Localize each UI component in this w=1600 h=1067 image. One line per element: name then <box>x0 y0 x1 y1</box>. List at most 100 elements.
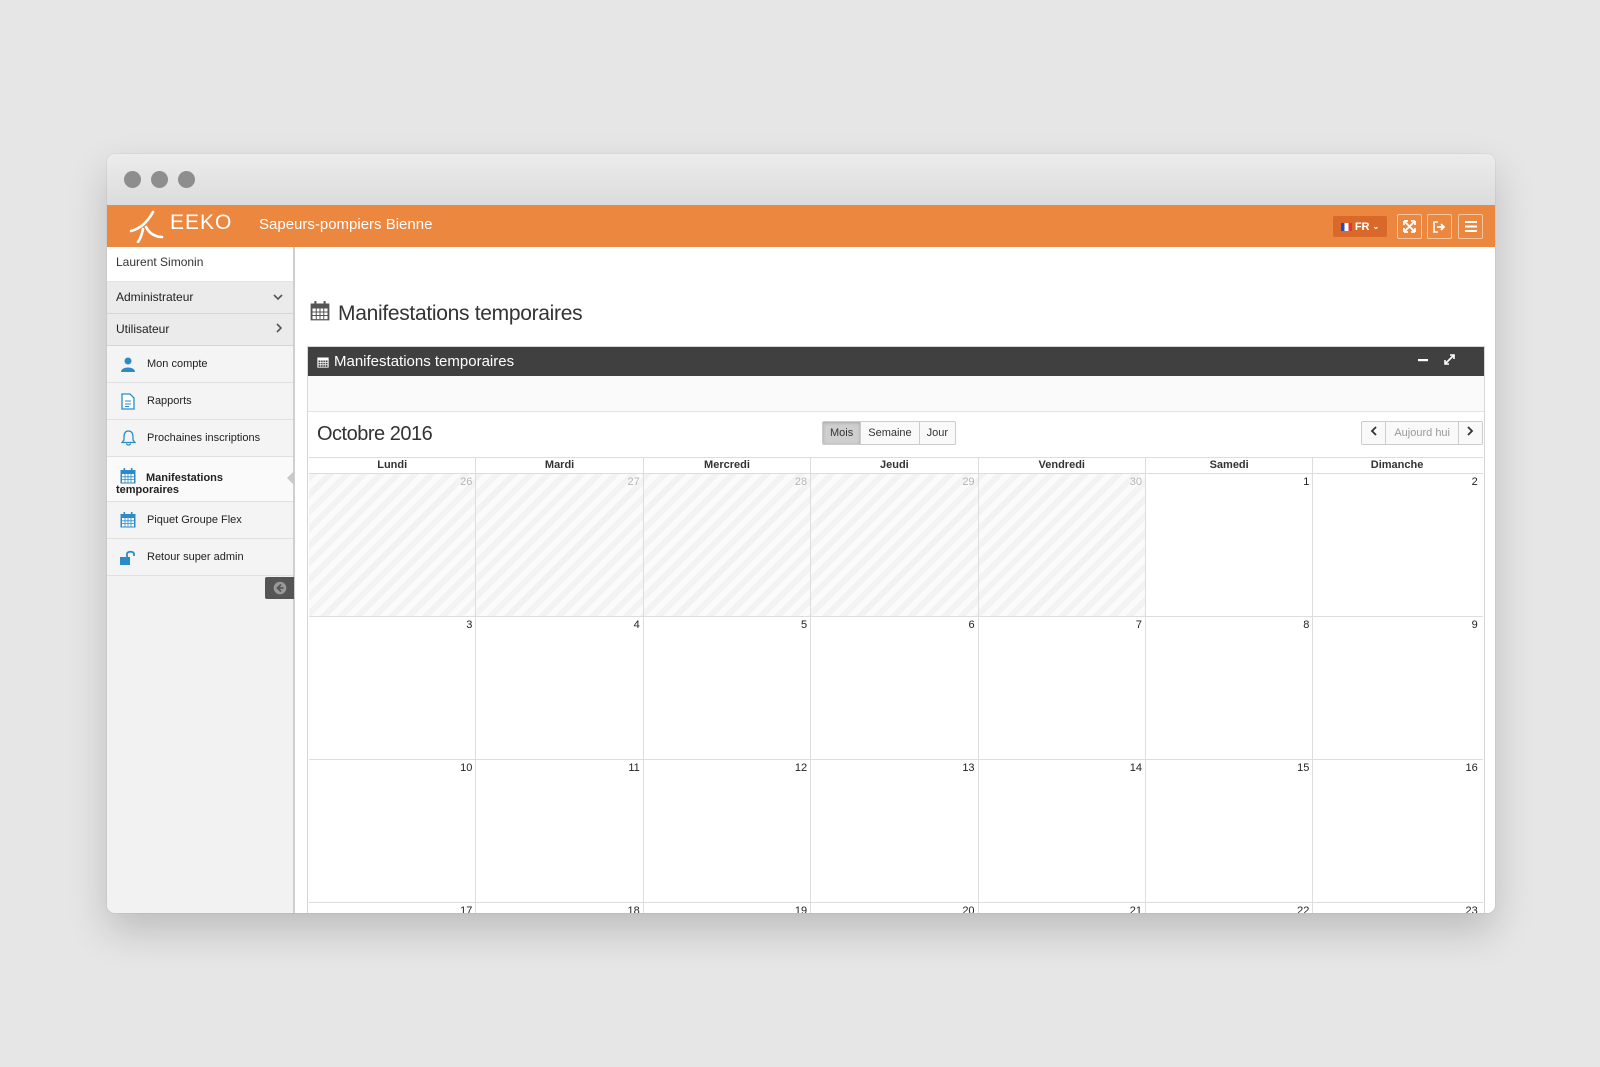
day-cell[interactable]: 9 <box>1313 617 1480 759</box>
dow-label: Mercredi <box>644 458 812 473</box>
day-cell[interactable]: 30 <box>978 474 1146 616</box>
day-cell[interactable]: 1 <box>1146 474 1314 616</box>
next-month-button[interactable] <box>1459 422 1482 444</box>
day-cell[interactable]: 22 <box>1146 903 1314 913</box>
day-cell[interactable]: 26 <box>309 474 477 616</box>
sidebar-item-retour-super-admin[interactable]: Retour super admin <box>107 539 293 576</box>
calendar-icon <box>119 511 137 529</box>
day-number: 9 <box>1471 619 1478 631</box>
day-number: 27 <box>627 476 640 488</box>
view-week-button[interactable]: Semaine <box>861 422 920 444</box>
day-cell[interactable]: 13 <box>811 760 979 902</box>
dow-label: Jeudi <box>811 458 979 473</box>
day-cell[interactable]: 18 <box>476 903 644 913</box>
chevron-down-icon <box>273 282 283 313</box>
day-cell[interactable]: 16 <box>1313 760 1480 902</box>
calendar-week-row: 17 18 19 20 21 22 23 <box>309 903 1483 913</box>
day-number: 28 <box>794 476 808 488</box>
arrow-circle-left-icon <box>273 581 286 595</box>
day-cell[interactable]: 27 <box>476 474 644 616</box>
day-cell[interactable]: 11 <box>476 760 644 902</box>
day-number: 11 <box>628 762 640 774</box>
day-number: 18 <box>627 905 640 913</box>
expand-widget-button[interactable] <box>1444 353 1455 368</box>
menu-button[interactable] <box>1458 214 1483 239</box>
chevron-right-icon <box>1467 426 1474 436</box>
sidebar-item-prochaines-inscriptions[interactable]: Prochaines inscriptions <box>107 420 293 457</box>
view-month-button[interactable]: Mois <box>823 422 862 444</box>
day-of-week-header: Lundi Mardi Mercredi Jeudi Vendredi Same… <box>309 457 1483 474</box>
day-cell[interactable]: 23 <box>1313 903 1480 913</box>
page-title-text: Manifestations temporaires <box>338 302 583 325</box>
calendar-week-row: 26 27 28 29 30 1 2 <box>309 474 1483 617</box>
day-cell[interactable]: 2 <box>1313 474 1480 616</box>
fullscreen-button[interactable] <box>1397 214 1422 239</box>
sidebar-item-label: Piquet Groupe Flex <box>147 514 242 526</box>
sidebar-item-rapports[interactable]: Rapports <box>107 383 293 420</box>
logo-text[interactable]: EEKO <box>170 211 232 235</box>
close-window-button[interactable] <box>124 171 141 188</box>
day-cell[interactable]: 28 <box>643 474 812 616</box>
sidebar-item-label: Retour super admin <box>147 551 244 563</box>
day-cell[interactable]: 17 <box>309 903 477 913</box>
dow-label: Samedi <box>1146 458 1314 473</box>
day-number: 20 <box>962 905 975 913</box>
organization-name: Sapeurs-pompiers Bienne <box>259 216 433 233</box>
sidebar-item-mon-compte[interactable]: Mon compte <box>107 346 293 383</box>
calendar-week-row: 3 4 5 6 7 8 9 <box>309 617 1483 760</box>
unlock-icon <box>119 548 137 566</box>
day-number: 1 <box>1303 476 1310 488</box>
day-number: 17 <box>460 905 473 913</box>
role-utilisateur[interactable]: Utilisateur <box>107 314 293 346</box>
view-day-button[interactable]: Jour <box>919 422 956 444</box>
calendar-month-title: Octobre 2016 <box>317 423 433 445</box>
minimize-window-button[interactable] <box>151 171 168 188</box>
dow-label: Mardi <box>476 458 644 473</box>
day-cell[interactable]: 8 <box>1146 617 1314 759</box>
day-cell[interactable]: 4 <box>476 617 644 759</box>
day-cell[interactable]: 20 <box>811 903 979 913</box>
day-cell[interactable]: 15 <box>1146 760 1314 902</box>
language-selector[interactable]: FR ⌄ <box>1333 216 1387 237</box>
logout-button[interactable] <box>1427 214 1452 239</box>
expand-arrows-icon <box>1403 220 1416 233</box>
day-cell[interactable]: 12 <box>644 760 812 902</box>
day-cell[interactable]: 7 <box>979 617 1146 759</box>
browser-window: EEKO Sapeurs-pompiers Bienne FR ⌄ Lauren… <box>107 154 1495 913</box>
today-button[interactable]: Aujourd hui <box>1386 422 1459 444</box>
calendar-widget: Manifestations temporaires Octobre 2016 … <box>307 346 1485 913</box>
day-cell[interactable]: 14 <box>979 760 1146 902</box>
maximize-window-button[interactable] <box>178 171 195 188</box>
sidebar-item-piquet-groupe-flex[interactable]: Piquet Groupe Flex <box>107 502 293 539</box>
day-number: 12 <box>794 762 808 774</box>
eeko-logo-icon <box>129 209 165 248</box>
chevron-left-icon <box>1371 426 1377 436</box>
language-label: FR <box>1354 220 1370 233</box>
calendar-navigation: Aujourd hui <box>1361 421 1483 445</box>
expand-icon <box>1444 354 1455 365</box>
day-cell[interactable]: 5 <box>644 617 812 759</box>
day-cell[interactable]: 21 <box>979 903 1146 913</box>
day-number: 2 <box>1471 476 1478 488</box>
day-number: 4 <box>633 619 640 631</box>
sidebar-item-manifestations-temporaires[interactable]: Manifestations temporaires <box>107 457 294 502</box>
day-number: 26 <box>460 476 473 488</box>
day-cell[interactable]: 29 <box>811 474 979 616</box>
chevron-down-icon: ⌄ <box>1372 222 1380 231</box>
day-cell[interactable]: 3 <box>309 617 477 759</box>
day-number: 23 <box>1465 905 1478 913</box>
current-user-name: Laurent Simonin <box>107 247 293 282</box>
minimize-widget-button[interactable] <box>1418 353 1428 368</box>
dow-label: Vendredi <box>979 458 1146 473</box>
role-administrateur[interactable]: Administrateur <box>107 282 293 314</box>
app-header: EEKO Sapeurs-pompiers Bienne FR ⌄ <box>107 205 1495 248</box>
collapse-sidebar-button[interactable] <box>265 577 294 599</box>
user-icon <box>119 355 137 373</box>
day-cell[interactable]: 6 <box>811 617 979 759</box>
day-cell[interactable]: 19 <box>644 903 812 913</box>
day-cell[interactable]: 10 <box>309 760 477 902</box>
previous-month-button[interactable] <box>1362 422 1387 444</box>
sidebar-item-label: Prochaines inscriptions <box>147 432 261 444</box>
day-number: 22 <box>1297 905 1310 913</box>
widget-toolbar <box>308 376 1484 412</box>
